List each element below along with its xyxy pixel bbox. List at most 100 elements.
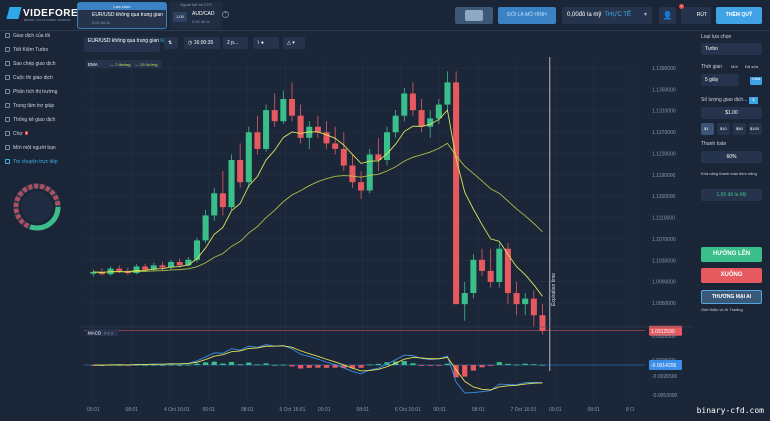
x-tick-label: 7 Oct 16:01 (511, 407, 537, 413)
ai-intro-link[interactable]: Giới thiệu về AI Trading (701, 307, 743, 312)
macd-current-value: -0.0014206 (651, 363, 677, 369)
candle (219, 193, 226, 208)
tab-audcad[interactable]: Ngoại hối và CFD 1,00 AUD/CAD 0,00 đô la (170, 2, 222, 29)
stats-icon (5, 117, 10, 122)
macd-bar (496, 362, 502, 365)
candle (392, 115, 399, 133)
macd-bar (211, 361, 217, 365)
sidebar-item-my-trades[interactable]: Giao dịch của tôi (5, 33, 51, 39)
tab-eurusd[interactable]: Lựa chọn EUR/USD không qua trung gian 0,… (77, 2, 167, 29)
sidebar-item-contest[interactable]: Cuộc thi giao dịch (5, 75, 53, 81)
sidebar-item-label: Mời một người bạn (13, 145, 56, 151)
ring-gauge (13, 183, 61, 231)
macd-bar (513, 364, 520, 366)
sidebar-item-label: Phân tích thị trường (13, 89, 58, 95)
amount-preset-50[interactable]: $50 (733, 123, 746, 135)
y-tick-label: 1.1310000 (652, 109, 676, 115)
sidebar-item-stats[interactable]: Thống kê giao dịch (5, 117, 56, 123)
sidebar-item-market[interactable]: Chợ 1 (5, 131, 29, 137)
market-icon (5, 131, 10, 136)
macd-bar (401, 361, 407, 365)
macd-bar (539, 364, 546, 366)
macd-bar (531, 364, 537, 365)
y-tick-label: 1.1390000 (652, 66, 676, 72)
sidebar-item-analysis[interactable]: Phân tích thị trường (5, 89, 58, 95)
amount-currency-toggle[interactable]: $ (749, 97, 758, 104)
x-tick-label: 08:01 (588, 407, 601, 413)
sidebar-item-label: Thống kê giao dịch (13, 117, 56, 123)
add-tab-icon[interactable]: + (222, 11, 229, 18)
withdraw-button[interactable]: 1 RÚT (679, 4, 711, 24)
macd-bar (177, 364, 183, 366)
tab-title: AUD/CAD (192, 11, 215, 17)
deposit-button[interactable]: THÊM QUỸ (716, 7, 762, 24)
tab-subtitle: 0,00 đô la (92, 20, 110, 25)
candle (288, 99, 296, 116)
macd-bar (151, 364, 157, 366)
macd-bar (159, 364, 166, 366)
x-tick-label: 8 O (626, 407, 634, 413)
logo[interactable]: VIDEFOREX BINARY, CFD & FOREX TRADING (6, 7, 85, 22)
sidebar-item-label: Cuộc thi giao dịch (13, 75, 53, 81)
ai-trade-button[interactable]: THƯƠNG MẠI AI (701, 290, 762, 304)
sidebar: Giao dịch của tôi Tiết Kiệm Turbo Sao ch… (0, 31, 77, 421)
macd-y-tick: -0.0026500 (652, 374, 678, 380)
sidebar-item-help[interactable]: Trung tâm trợ giúp (5, 103, 54, 109)
amount-preset-1[interactable]: $1 (701, 123, 714, 135)
macd-bar (418, 365, 425, 366)
candle (245, 132, 252, 183)
up-button[interactable]: HƯỚNG LÊN (701, 247, 762, 262)
down-button[interactable]: XUỐNG (701, 268, 762, 283)
time-mode-fixed[interactable]: Đã sửa (745, 64, 758, 69)
briefcase-icon (5, 33, 10, 38)
candle (453, 82, 460, 305)
price-chart[interactable]: 1.1390000 1.1350000 1.1310000 1.1270000 1.12… (80, 31, 693, 421)
user-icon[interactable]: 👤 (659, 7, 676, 24)
demo-button[interactable]: ĐỔI LÀ MÔ HÌNH (498, 7, 556, 24)
macd-bar (462, 365, 468, 377)
amount-input[interactable]: $1.00 (701, 107, 762, 119)
option-type-select[interactable]: Turbo (701, 43, 762, 55)
x-tick-label: 08:01 (472, 407, 485, 413)
candle (297, 115, 304, 138)
candle (228, 160, 235, 208)
amount-preset-100[interactable]: $100 (749, 123, 762, 135)
sidebar-item-label: Trò chuyện trực tiếp (13, 159, 58, 165)
y-tick-label: 1.1110000 (652, 216, 675, 222)
candle (496, 248, 503, 282)
candle (202, 215, 209, 241)
possible-payout-label: Khả năng thanh toán tiềm năng (701, 171, 757, 176)
candle (133, 266, 140, 274)
tab-header: Ngoại hối và CFD (180, 2, 212, 7)
ema-slow-label: — 25 đường (135, 62, 158, 67)
amount-preset-10[interactable]: $10 (717, 123, 730, 135)
macd-bar (254, 364, 261, 366)
time-extra-button[interactable]: THÊM (750, 77, 762, 85)
account-select[interactable]: 0,00đô la mỹ THỰC TẾ ▾ (562, 7, 652, 24)
ema-slow-line (93, 142, 543, 273)
candle (366, 154, 373, 191)
time-select[interactable]: 5 giây (701, 74, 739, 86)
chest-icon[interactable] (455, 7, 493, 24)
trades-ring (12, 182, 62, 232)
time-mode-new[interactable]: Mới (731, 64, 738, 69)
sidebar-item-invite[interactable]: Mời một người bạn (5, 145, 56, 151)
ema-fast-label: — 7 đường (110, 62, 130, 67)
sidebar-item-chat[interactable]: Trò chuyện trực tiếp (5, 159, 58, 165)
x-tick-label: 4 Oct 16:01 (164, 407, 190, 413)
candle (530, 298, 537, 316)
candle (478, 259, 486, 271)
amount-label: Số lượng giao dịch... (701, 97, 748, 103)
chat-icon (5, 159, 10, 164)
x-tick-label: 00:01 (203, 407, 216, 413)
candle (504, 248, 511, 294)
chart-area[interactable]: EUR/USD không qua trung gian 60% ⇅ ◷ 16:… (80, 31, 693, 421)
sidebar-item-turbo[interactable]: Tiết Kiệm Turbo (5, 47, 48, 53)
sidebar-item-copy[interactable]: Sao chép giao dịch (5, 61, 56, 67)
macd-bar (375, 363, 381, 365)
x-tick-label: 00:01 (434, 407, 447, 413)
candle (444, 82, 451, 105)
sidebar-item-label: Giao dịch của tôi (13, 33, 51, 39)
macd-bar (436, 365, 442, 366)
candle (349, 165, 356, 183)
